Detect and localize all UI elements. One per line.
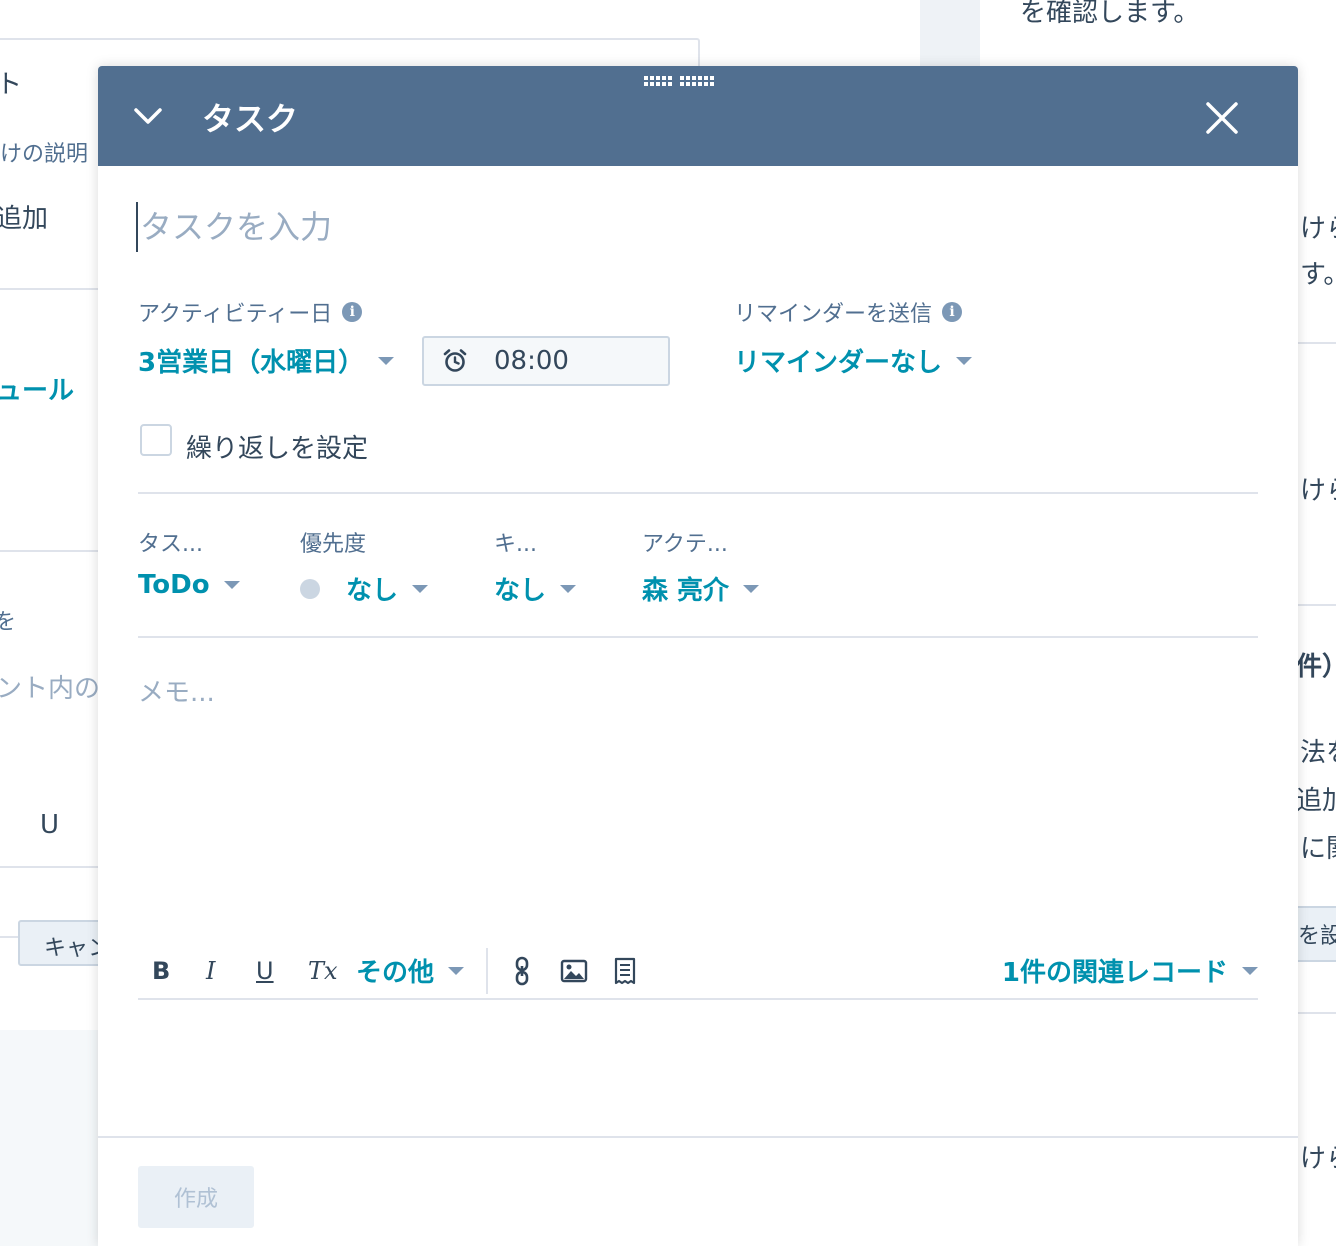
drag-handle-icon[interactable] bbox=[644, 74, 714, 88]
caret-down-icon bbox=[743, 584, 760, 593]
chevron-down-icon[interactable] bbox=[128, 96, 168, 136]
footer-divider bbox=[98, 1136, 1298, 1138]
link-icon[interactable] bbox=[510, 956, 534, 986]
memo-editor[interactable]: メモ... bbox=[138, 672, 1258, 922]
create-button[interactable]: 作成 bbox=[138, 1166, 254, 1228]
queue-label: キ... bbox=[494, 532, 537, 557]
rich-text-toolbar: B I U Tx その他 1件の関連レコード bbox=[138, 942, 1258, 1000]
task-title-input[interactable] bbox=[136, 202, 1236, 252]
background-underline-glyph: U bbox=[40, 810, 60, 840]
reminder-value: リマインダーなし bbox=[734, 348, 943, 378]
caret-down-icon bbox=[448, 966, 465, 975]
activity-date-dropdown[interactable]: 3営業日（水曜日） bbox=[138, 342, 395, 379]
priority-dot-icon bbox=[300, 578, 320, 599]
background-divider bbox=[1298, 1012, 1336, 1014]
dialog-header: タスク bbox=[98, 66, 1298, 166]
background-link[interactable]: ュール bbox=[0, 370, 74, 407]
background-text: 追加 bbox=[1296, 786, 1336, 816]
assignee-label: アクテ... bbox=[642, 532, 728, 557]
more-formatting-dropdown[interactable]: その他 bbox=[356, 952, 465, 989]
caret-down-icon bbox=[560, 584, 577, 593]
background-divider bbox=[0, 866, 100, 868]
task-type-label: タス... bbox=[138, 532, 203, 557]
priority-label: 優先度 bbox=[300, 532, 367, 557]
caret-down-icon bbox=[1242, 966, 1258, 975]
alarm-clock-icon bbox=[443, 349, 467, 372]
background-text: 追加 bbox=[0, 204, 49, 234]
more-formatting-label: その他 bbox=[356, 958, 435, 988]
background-text: ント内の bbox=[0, 674, 101, 704]
assignee-value: 森 亮介 bbox=[642, 576, 730, 606]
activity-date-label-text: アクティビティー日 bbox=[138, 302, 333, 327]
activity-date-value: 3営業日（水曜日） bbox=[138, 348, 365, 378]
underline-button[interactable]: U bbox=[256, 956, 274, 986]
dialog-title: タスク bbox=[202, 100, 299, 138]
background-divider bbox=[1298, 342, 1336, 344]
background-text: けら bbox=[1300, 214, 1336, 244]
background-divider bbox=[0, 550, 100, 552]
background-text: けら bbox=[1300, 476, 1336, 506]
priority-dropdown[interactable]: なし bbox=[300, 570, 429, 607]
info-icon[interactable]: i bbox=[342, 302, 363, 322]
task-type-dropdown[interactable]: ToDo bbox=[138, 570, 240, 600]
queue-dropdown[interactable]: なし bbox=[494, 570, 577, 607]
activity-date-label: アクティビティー日 i bbox=[138, 296, 363, 328]
queue-value: なし bbox=[494, 576, 547, 606]
clear-format-button[interactable]: Tx bbox=[308, 956, 338, 986]
background-text: を確認します。 bbox=[1020, 0, 1200, 28]
assignee-dropdown[interactable]: 森 亮介 bbox=[642, 570, 760, 607]
background-divider bbox=[1298, 604, 1336, 606]
activity-time-input[interactable]: 08:00 bbox=[422, 336, 670, 386]
toolbar-separator bbox=[486, 948, 488, 994]
divider bbox=[138, 636, 1258, 638]
reminder-label: リマインダーを送信 i bbox=[734, 296, 963, 328]
task-type-value: ToDo bbox=[138, 570, 210, 600]
info-icon[interactable]: i bbox=[942, 302, 963, 322]
background-text: ト bbox=[0, 70, 23, 100]
image-icon[interactable] bbox=[560, 956, 588, 986]
background-text: を bbox=[0, 610, 17, 635]
reminder-dropdown[interactable]: リマインダーなし bbox=[734, 342, 973, 379]
background-divider bbox=[0, 288, 100, 290]
italic-button[interactable]: I bbox=[206, 956, 215, 986]
caret-down-icon bbox=[223, 581, 240, 589]
bold-button[interactable]: B bbox=[152, 956, 170, 986]
background-text: す。 bbox=[1300, 260, 1336, 290]
divider bbox=[138, 492, 1258, 494]
background-text: 法を bbox=[1300, 738, 1336, 768]
caret-down-icon bbox=[412, 584, 429, 593]
activity-time-value: 08:00 bbox=[494, 346, 569, 376]
caret-down-icon bbox=[378, 356, 395, 365]
background-text: けら bbox=[1300, 1144, 1336, 1174]
task-dialog: タスク アクティビティー日 i 3営業日（水曜日） 08:00 リマインダーを送… bbox=[98, 66, 1298, 1246]
background-text: 件） bbox=[1296, 652, 1336, 682]
associations-dropdown[interactable]: 1件の関連レコード bbox=[1002, 952, 1258, 989]
reminder-label-text: リマインダーを送信 bbox=[734, 302, 933, 327]
repeat-label[interactable]: 繰り返しを設定 bbox=[186, 428, 368, 465]
background-right-button-label: を設 bbox=[1298, 924, 1336, 949]
close-icon[interactable] bbox=[1202, 98, 1242, 138]
background-text: に関 bbox=[1300, 834, 1336, 864]
priority-value: なし bbox=[346, 576, 399, 606]
caret-down-icon bbox=[956, 356, 973, 365]
snippet-icon[interactable] bbox=[612, 956, 638, 986]
associations-label: 1件の関連レコード bbox=[1001, 958, 1228, 988]
repeat-checkbox[interactable] bbox=[140, 424, 172, 456]
background-text: けの説明 bbox=[0, 142, 89, 167]
background-right-button[interactable]: を設 bbox=[1298, 906, 1336, 962]
